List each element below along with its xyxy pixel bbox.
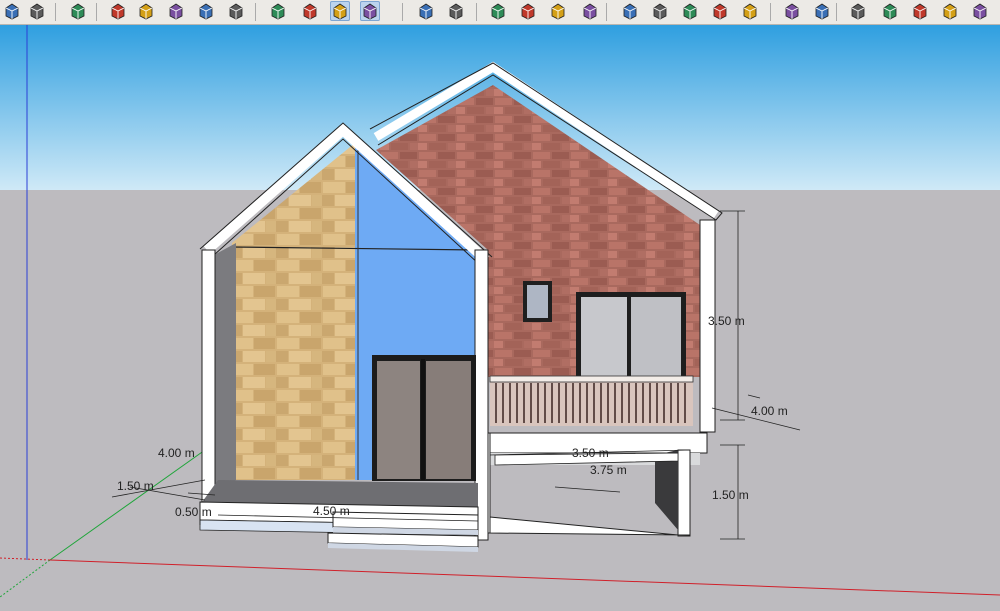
toolbar-separator bbox=[96, 3, 97, 21]
toolbar-separator bbox=[770, 3, 771, 21]
stamp-icon bbox=[851, 3, 865, 20]
component-icon bbox=[71, 3, 85, 20]
balcony-railing[interactable] bbox=[490, 376, 693, 426]
balcony-handrail bbox=[489, 375, 694, 383]
flip-edge-button[interactable] bbox=[940, 1, 960, 21]
front-view-button[interactable] bbox=[166, 1, 186, 21]
share-model-icon bbox=[551, 3, 565, 20]
top-view-button[interactable] bbox=[136, 1, 156, 21]
iso-view-button[interactable] bbox=[108, 1, 128, 21]
toolbar-separator bbox=[255, 3, 256, 21]
smoove-button[interactable] bbox=[970, 1, 990, 21]
trimble-connect-icon bbox=[743, 3, 757, 20]
section-plane-icon bbox=[419, 3, 433, 20]
warehouse-icon bbox=[491, 3, 505, 20]
right-view-button[interactable] bbox=[196, 1, 216, 21]
xray-button[interactable] bbox=[268, 1, 288, 21]
section-cut-icon bbox=[449, 3, 463, 20]
textured-icon bbox=[363, 3, 377, 20]
house-button[interactable] bbox=[2, 1, 22, 21]
dimension-label: 4.50 m bbox=[313, 504, 350, 518]
dimension-label: 3.75 m bbox=[590, 463, 627, 477]
top-view-icon bbox=[139, 3, 153, 20]
sandbox-icon bbox=[785, 3, 799, 20]
cloud-upload-icon bbox=[683, 3, 697, 20]
upload-model-button[interactable] bbox=[518, 1, 538, 21]
smoove-icon bbox=[973, 3, 987, 20]
drape-icon bbox=[883, 3, 897, 20]
stone-lower-wall bbox=[232, 247, 355, 480]
toolbar-separator bbox=[836, 3, 837, 21]
model-viewport[interactable]: 3.50 m 4.00 m 3.50 m 3.75 m 1.50 m 4.00 … bbox=[0, 25, 1000, 611]
section-cut-button[interactable] bbox=[446, 1, 466, 21]
left-post bbox=[201, 249, 216, 526]
add-detail-icon bbox=[913, 3, 927, 20]
checkbox-icon bbox=[653, 3, 667, 20]
front-view-icon bbox=[169, 3, 183, 20]
link-add-icon bbox=[713, 3, 727, 20]
dimension-label: 3.50 m bbox=[572, 446, 609, 460]
xray-icon bbox=[271, 3, 285, 20]
warehouse-button[interactable] bbox=[488, 1, 508, 21]
dimension-label: 4.00 m bbox=[751, 404, 788, 418]
layout-icon bbox=[623, 3, 637, 20]
toolbar-separator bbox=[606, 3, 607, 21]
back-view-icon bbox=[229, 3, 243, 20]
trimble-connect-button[interactable] bbox=[740, 1, 760, 21]
shaded-icon bbox=[333, 3, 347, 20]
iso-view-icon bbox=[111, 3, 125, 20]
wireframe-button[interactable] bbox=[300, 1, 320, 21]
wireframe-icon bbox=[303, 3, 317, 20]
textured-button[interactable] bbox=[360, 1, 380, 21]
dimension-label: 1.50 m bbox=[117, 479, 154, 493]
scene-canvas[interactable]: 3.50 m 4.00 m 3.50 m 3.75 m 1.50 m 4.00 … bbox=[0, 25, 1000, 611]
section-plane-button[interactable] bbox=[416, 1, 436, 21]
drape-button[interactable] bbox=[880, 1, 900, 21]
layout-button[interactable] bbox=[620, 1, 640, 21]
dimension-label: 1.50 m bbox=[712, 488, 749, 502]
flip-edge-icon bbox=[943, 3, 957, 20]
small-window-glass bbox=[527, 285, 548, 318]
dimension-label: 3.50 m bbox=[708, 314, 745, 328]
toolbar-separator bbox=[476, 3, 477, 21]
roof-button[interactable] bbox=[27, 1, 47, 21]
toolbar bbox=[0, 0, 1000, 25]
upload-model-icon bbox=[521, 3, 535, 20]
add-detail-button[interactable] bbox=[910, 1, 930, 21]
extension-warehouse-button[interactable] bbox=[580, 1, 600, 21]
checkbox-button[interactable] bbox=[650, 1, 670, 21]
cloud-upload-button[interactable] bbox=[680, 1, 700, 21]
toolbar-separator bbox=[55, 3, 56, 21]
carport-right-post bbox=[677, 449, 691, 537]
back-view-button[interactable] bbox=[226, 1, 246, 21]
left-wall-inner-face bbox=[214, 243, 236, 490]
main-door-glass-left bbox=[377, 361, 420, 479]
toolbar-separator bbox=[402, 3, 403, 21]
stamp-button[interactable] bbox=[848, 1, 868, 21]
from-contours-button[interactable] bbox=[812, 1, 832, 21]
link-add-button[interactable] bbox=[710, 1, 730, 21]
right-view-icon bbox=[199, 3, 213, 20]
from-contours-icon bbox=[815, 3, 829, 20]
main-door-glass-right bbox=[426, 361, 471, 479]
step-upper[interactable] bbox=[332, 511, 479, 531]
roof-icon bbox=[30, 3, 44, 20]
shaded-button[interactable] bbox=[330, 1, 350, 21]
share-model-button[interactable] bbox=[548, 1, 568, 21]
sandbox-button[interactable] bbox=[782, 1, 802, 21]
extension-warehouse-icon bbox=[583, 3, 597, 20]
dimension-label: 4.00 m bbox=[158, 446, 195, 460]
component-button[interactable] bbox=[68, 1, 88, 21]
dimension-label: 0.50 m bbox=[175, 505, 212, 519]
house-icon bbox=[5, 3, 19, 20]
